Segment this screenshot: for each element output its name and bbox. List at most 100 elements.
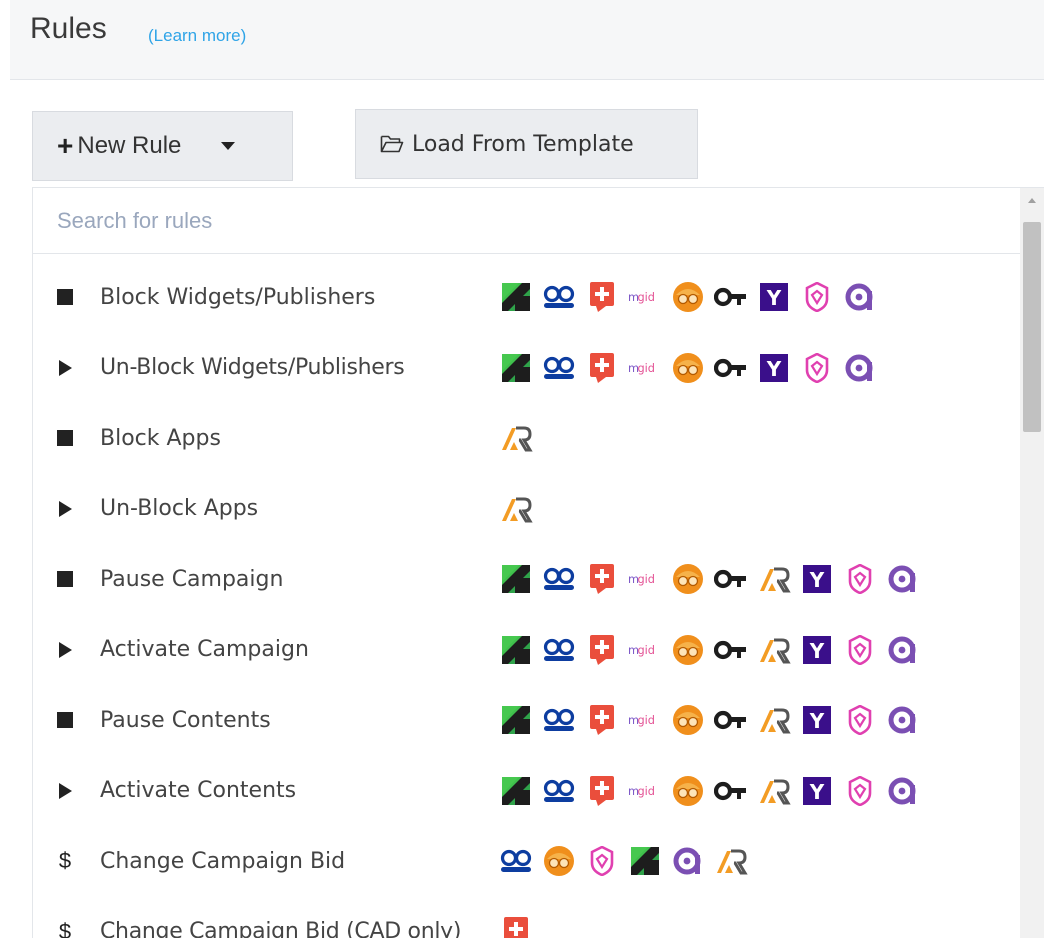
- platform-logos: [499, 915, 542, 938]
- caret-down-icon[interactable]: [221, 142, 236, 150]
- ar-network-logo-icon: [714, 844, 748, 878]
- rule-label: Pause Campaign: [100, 566, 284, 592]
- new-rule-label: New Rule: [77, 132, 182, 159]
- svg-text:Y: Y: [809, 639, 825, 663]
- yahoo-logo-icon: Y: [800, 703, 834, 737]
- q-network-logo-icon: [886, 703, 920, 737]
- q-network-logo-icon: [886, 633, 920, 667]
- content-ad-logo-icon: [585, 562, 619, 596]
- dollar-icon: $: [58, 918, 72, 938]
- dollar-icon: $: [58, 848, 72, 874]
- rule-label: Activate Contents: [100, 778, 297, 804]
- key-network-logo-icon: [714, 774, 748, 808]
- scrollbar[interactable]: [1020, 188, 1044, 938]
- rule-row[interactable]: $ Change Campaign Bid: [33, 826, 1021, 897]
- rule-label: Activate Campaign: [100, 637, 309, 663]
- shield-network-logo-icon: [843, 774, 877, 808]
- rule-row[interactable]: Pause Campaign m gid Y: [33, 544, 1021, 615]
- q-network-logo-icon: [843, 351, 877, 385]
- search-box: [33, 188, 1021, 254]
- mgid-logo-icon: m gid: [628, 562, 662, 596]
- taboola-orange-logo-icon: [671, 351, 705, 385]
- load-from-template-button[interactable]: Load From Template: [355, 109, 698, 179]
- outbrain-logo-icon: [542, 351, 576, 385]
- mgid-logo-icon: m gid: [628, 351, 662, 385]
- ar-network-logo-icon: [757, 703, 791, 737]
- platform-logos: m gid Y: [499, 351, 886, 385]
- key-network-logo-icon: [714, 703, 748, 737]
- shield-network-logo-icon: [800, 351, 834, 385]
- svg-text:gid: gid: [637, 290, 655, 304]
- svg-text:gid: gid: [637, 643, 655, 657]
- stop-square-icon: [55, 710, 75, 730]
- shield-network-logo-icon: [843, 633, 877, 667]
- rules-list: Block Widgets/Publishers m gid Y Un-Block Wi…: [33, 262, 1021, 938]
- rule-row[interactable]: Activate Campaign m gid Y: [33, 615, 1021, 686]
- scroll-up-arrow-icon[interactable]: [1028, 198, 1036, 203]
- shield-network-logo-icon: [843, 562, 877, 596]
- revcontent-logo-icon: [499, 774, 533, 808]
- content-ad-logo-icon: [585, 351, 619, 385]
- rule-row[interactable]: Block Widgets/Publishers m gid Y: [33, 262, 1021, 333]
- key-network-logo-icon: [714, 351, 748, 385]
- page-title: Rules: [30, 12, 107, 45]
- scroll-thumb[interactable]: [1023, 222, 1041, 432]
- play-triangle-icon: [55, 499, 75, 519]
- platform-logos: m gid Y: [499, 774, 929, 808]
- mgid-logo-icon: m gid: [628, 703, 662, 737]
- rule-label: Change Campaign Bid (CAD only): [100, 919, 462, 938]
- yahoo-logo-icon: Y: [757, 280, 791, 314]
- taboola-orange-logo-icon: [671, 280, 705, 314]
- rule-label: Block Apps: [100, 425, 221, 451]
- svg-text:Y: Y: [766, 357, 782, 381]
- platform-logos: [499, 844, 757, 878]
- page-header: Rules (Learn more): [10, 0, 1044, 80]
- new-rule-button[interactable]: + New Rule: [32, 111, 293, 181]
- shield-network-logo-icon: [800, 280, 834, 314]
- ar-network-logo-icon: [757, 633, 791, 667]
- svg-text:Y: Y: [809, 780, 825, 804]
- stop-square-icon: [55, 287, 75, 307]
- platform-logos: m gid Y: [499, 562, 929, 596]
- revcontent-logo-icon: [499, 703, 533, 737]
- ar-network-logo-icon: [757, 774, 791, 808]
- content-ad-logo-icon: [585, 633, 619, 667]
- taboola-orange-logo-icon: [671, 703, 705, 737]
- rule-row[interactable]: $ Change Campaign Bid (CAD only): [33, 897, 1021, 938]
- rule-row[interactable]: Un-Block Apps: [33, 474, 1021, 545]
- outbrain-logo-icon: [542, 774, 576, 808]
- content-ad-logo-icon: [585, 280, 619, 314]
- q-network-logo-icon: [843, 280, 877, 314]
- yahoo-logo-icon: Y: [800, 633, 834, 667]
- search-input[interactable]: [57, 207, 1021, 234]
- rule-row[interactable]: Un-Block Widgets/Publishers m gid Y: [33, 333, 1021, 404]
- taboola-orange-logo-icon: [671, 633, 705, 667]
- rule-row[interactable]: Activate Contents m gid Y: [33, 756, 1021, 827]
- rule-row[interactable]: Block Apps: [33, 403, 1021, 474]
- svg-text:gid: gid: [637, 572, 655, 586]
- rule-label: Un-Block Apps: [100, 496, 259, 522]
- mgid-logo-icon: m gid: [628, 280, 662, 314]
- yahoo-logo-icon: Y: [800, 774, 834, 808]
- key-network-logo-icon: [714, 633, 748, 667]
- yahoo-logo-icon: Y: [757, 351, 791, 385]
- shield-network-logo-icon: [843, 703, 877, 737]
- outbrain-logo-icon: [542, 703, 576, 737]
- svg-text:Y: Y: [809, 568, 825, 592]
- rule-row[interactable]: Pause Contents m gid Y: [33, 685, 1021, 756]
- rule-label: Un-Block Widgets/Publishers: [100, 355, 405, 381]
- content-ad-logo-icon: [499, 915, 533, 938]
- platform-logos: [499, 421, 542, 455]
- svg-text:Y: Y: [809, 709, 825, 733]
- revcontent-logo-icon: [499, 562, 533, 596]
- q-network-logo-icon: [886, 562, 920, 596]
- mgid-logo-icon: m gid: [628, 633, 662, 667]
- outbrain-logo-icon: [542, 633, 576, 667]
- rule-label: Pause Contents: [100, 707, 271, 733]
- content-ad-logo-icon: [585, 703, 619, 737]
- outbrain-logo-icon: [499, 844, 533, 878]
- play-triangle-icon: [55, 640, 75, 660]
- rules-dropdown-panel: Block Widgets/PublishersmgidYUn-Block Wi…: [32, 187, 1044, 938]
- learn-more-link[interactable]: (Learn more): [148, 26, 246, 46]
- platform-logos: m gid Y: [499, 280, 886, 314]
